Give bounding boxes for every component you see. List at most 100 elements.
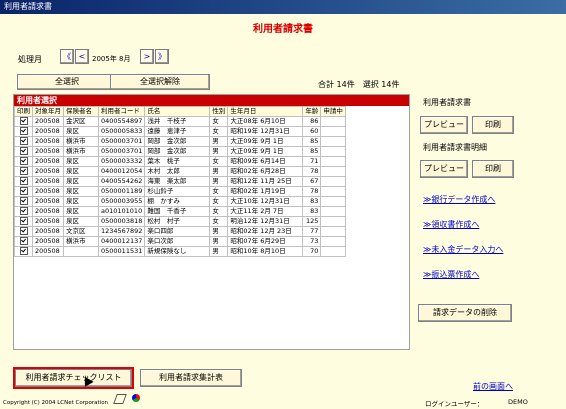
detail-print-button[interactable]: 印刷 xyxy=(472,160,514,178)
cell-age: 83 xyxy=(302,206,322,217)
cell-sex: 女 xyxy=(209,186,229,197)
print-checkbox[interactable] xyxy=(19,217,28,225)
first-month-button[interactable]: 《 xyxy=(60,49,74,64)
print-checkbox[interactable] xyxy=(19,227,28,235)
row-checkbox-cell xyxy=(14,156,33,167)
cell-sex: 女 xyxy=(209,206,229,217)
table-row[interactable]: 200508 泉区 0500003818 松村 村子女明治12年 12月31日 125 xyxy=(14,216,346,227)
window-titlebar: 利用者請求書 xyxy=(0,0,566,14)
row-checkbox-cell xyxy=(14,146,33,157)
table-row[interactable]: 200508 文京区 1234567892 楽口四郎男昭和02年 12月 23日 77 xyxy=(14,226,346,237)
print-checkbox[interactable] xyxy=(19,247,28,255)
table-row[interactable]: 200508 泉区 0400554262 海東 楽太郎男昭和12年 11月 25日 67 xyxy=(14,176,346,187)
print-checkbox[interactable] xyxy=(19,117,28,125)
table-header-row: 印刷 対象年月 保険者名 利用者コード 氏名 性別 生年月日 年齢 申請中 xyxy=(14,106,346,117)
cell-dob: 大正08年 6月10日 xyxy=(227,116,304,127)
cell-age: 77 xyxy=(302,226,322,237)
cell-age: 83 xyxy=(302,196,322,207)
cell-code: a010101010 xyxy=(97,206,146,217)
select-all-button[interactable]: 全選択 xyxy=(17,74,117,90)
print-checkbox[interactable] xyxy=(19,197,28,205)
cell-age: 67 xyxy=(302,176,322,187)
table-row[interactable]: 200508 横浜市 0500003701 岡部 金次郎男大正09年 9月 1日 85 xyxy=(14,146,346,157)
detail-preview-button[interactable]: プレビュー xyxy=(420,160,468,178)
cell-app xyxy=(320,216,346,227)
cell-name: 棚 かすみ xyxy=(144,196,211,207)
cell-sex: 女 xyxy=(209,196,229,207)
cell-ym: 200508 xyxy=(32,246,64,257)
cell-name: 松村 村子 xyxy=(144,216,211,227)
cell-age: 85 xyxy=(302,136,322,147)
cell-name: 岡部 金次郎 xyxy=(144,146,211,157)
link-receipt[interactable]: ≫領収書作成へ xyxy=(423,219,479,230)
print-checkbox[interactable] xyxy=(19,157,28,165)
link-bank-data[interactable]: ≫銀行データ作成へ xyxy=(423,194,495,205)
prev-month-button[interactable]: < xyxy=(75,49,89,64)
print-checkbox[interactable] xyxy=(19,137,28,145)
cell-app xyxy=(320,206,346,217)
cell-app xyxy=(320,146,346,157)
last-month-button[interactable]: 》 xyxy=(155,49,169,64)
cell-code: 0500003818 xyxy=(97,216,146,227)
cell-sex: 男 xyxy=(209,226,229,237)
cell-ym: 200508 xyxy=(32,236,64,247)
cell-ym: 200508 xyxy=(32,226,64,237)
page-title: 利用者請求書 xyxy=(253,24,313,35)
print-checkbox[interactable] xyxy=(19,207,28,215)
invoice-print-button[interactable]: 印刷 xyxy=(472,116,514,134)
login-user-value: DEMO xyxy=(508,398,528,406)
table-row[interactable]: 200508 泉区 0500001189 杉山鈴子女昭和02年 1月19日 78 xyxy=(14,186,346,197)
table-row[interactable]: 200508 泉区 0400012054 木村 太郎男昭和02年 6月28日 78 xyxy=(14,166,346,177)
deselect-all-button[interactable]: 全選択解除 xyxy=(110,74,210,90)
print-checkbox[interactable] xyxy=(19,177,28,185)
user-table: 印刷 対象年月 保険者名 利用者コード 氏名 性別 生年月日 年齢 申請中 20… xyxy=(14,106,346,257)
table-row[interactable]: 200508 泉区 0500003332 葉木 桃子女昭和09年 6月14日 71 xyxy=(14,156,346,167)
table-row[interactable]: 200508 金沢区 0400554897 浅井 千枝子女大正08年 6月10日 86 xyxy=(14,116,346,127)
print-checkbox[interactable] xyxy=(19,167,28,175)
link-transfer-slip[interactable]: ≫振込票作成へ xyxy=(423,269,479,280)
col-print: 印刷 xyxy=(14,106,33,117)
row-checkbox-cell xyxy=(14,226,33,237)
delete-invoice-button[interactable]: 請求データの削除 xyxy=(418,304,512,322)
link-unpaid-entry[interactable]: ≫未入金データ入力へ xyxy=(423,244,503,255)
back-link[interactable]: 前の画面へ xyxy=(473,381,513,392)
print-checkbox[interactable] xyxy=(19,127,28,135)
table-row[interactable]: 200508 横浜市 0400012137 楽口次郎男昭和07年 6月29日 73 xyxy=(14,236,346,247)
table-row[interactable]: 200508 泉区 0500005833 遠藤 恵津子女昭和19年 12月31日 60 xyxy=(14,126,346,137)
table-row[interactable]: 200508 横浜市 0500003701 岡部 金次郎男大正09年 9月 1日 85 xyxy=(14,136,346,147)
cell-sex: 男 xyxy=(209,166,229,177)
print-checkbox[interactable] xyxy=(19,237,28,245)
cell-name: 葉木 桃子 xyxy=(144,156,211,167)
invoice-preview-button[interactable]: プレビュー xyxy=(420,116,468,134)
cell-age: 86 xyxy=(302,116,322,127)
cell-dob: 昭和19年 12月31日 xyxy=(227,126,304,137)
cell-age: 70 xyxy=(302,246,322,257)
row-checkbox-cell xyxy=(14,186,33,197)
cell-code: 0400012054 xyxy=(97,166,146,177)
cell-name: 新規保険なし xyxy=(144,246,211,257)
table-row[interactable]: 200508 泉区 0500003955 棚 かすみ女大正10年 12月31日 83 xyxy=(14,196,346,207)
print-checkbox[interactable] xyxy=(19,147,28,155)
row-checkbox-cell xyxy=(14,196,33,207)
cell-ym: 200508 xyxy=(32,156,64,167)
cell-ym: 200508 xyxy=(32,136,64,147)
row-checkbox-cell xyxy=(14,176,33,187)
pen-icon[interactable] xyxy=(113,394,127,404)
table-row[interactable]: 200508 泉区 a010101010 難国 千香子女大正11年 2月 7日 83 xyxy=(14,206,346,217)
user-list-panel: 利用者選択 印刷 対象年月 保険者名 利用者コード 氏名 性別 生年月日 年齢 … xyxy=(13,94,410,350)
cell-dob: 大正10年 12月31日 xyxy=(227,196,304,207)
checklist-button[interactable]: 利用者請求チェックリスト xyxy=(13,367,134,389)
cell-age: 71 xyxy=(302,156,322,167)
col-ym: 対象年月 xyxy=(32,106,64,117)
cell-name: 難国 千香子 xyxy=(144,206,211,217)
print-checkbox[interactable] xyxy=(19,187,28,195)
table-row[interactable]: 200508 0500011531 新規保険なし男昭和10年 8月10日 70 xyxy=(14,246,346,257)
cell-name: 浅井 千枝子 xyxy=(144,116,211,127)
next-month-button[interactable]: > xyxy=(140,49,154,64)
app-logo-icon xyxy=(132,394,140,402)
cell-code: 0500001189 xyxy=(97,186,146,197)
summary-button[interactable]: 利用者請求集計表 xyxy=(140,369,242,387)
cell-ins: 横浜市 xyxy=(63,236,99,247)
cell-dob: 大正09年 9月 1日 xyxy=(227,136,304,147)
cell-age: 73 xyxy=(302,236,322,247)
